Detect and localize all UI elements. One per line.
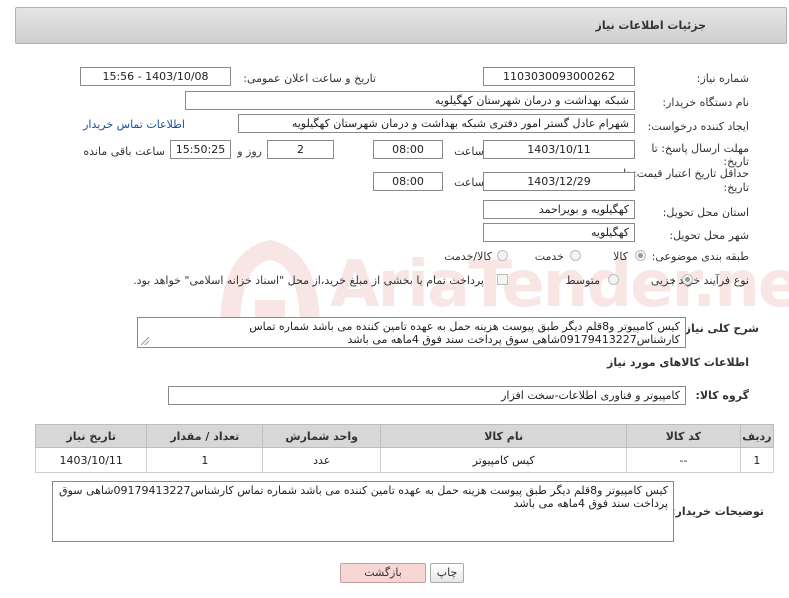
cell-code: -- (626, 447, 741, 473)
price-validity-time: 08:00 (373, 172, 443, 191)
col-unit: واحد شمارش (262, 424, 382, 448)
process-radio-minor[interactable] (682, 274, 693, 285)
cell-name: کیس کامپیوتر (380, 447, 628, 473)
category-radio-goods[interactable] (635, 250, 646, 261)
category-label: طبقه بندی موضوعی: (651, 250, 749, 263)
col-code: کد کالا (626, 424, 741, 448)
description-text: کیس کامپیوتر و8قلم دیگر طبق پیوست هزینه … (137, 317, 686, 348)
process-option-medium: متوسط (565, 274, 600, 287)
col-row: ردیف (739, 424, 775, 448)
reply-deadline-label: مهلت ارسال پاسخ: تا (651, 142, 749, 155)
back-button[interactable]: بازگشت (340, 563, 426, 583)
page-header: جزئیات اطلاعات نیاز (15, 7, 787, 44)
buyer-org-field: شبکه بهداشت و درمان شهرستان کهگیلویه (185, 91, 635, 110)
city-field: کهگیلویه (483, 223, 635, 242)
resize-grip-icon[interactable] (141, 337, 149, 345)
announce-datetime-label: تاریخ و ساعت اعلان عمومی: (243, 72, 376, 85)
requester-label: ایجاد کننده درخواست: (647, 120, 749, 133)
remaining-time-label: ساعت باقی مانده (83, 145, 165, 158)
need-number-field: 1103030093000262 (483, 67, 635, 86)
treasury-note: پرداخت تمام یا بخشی از مبلغ خرید،از محل … (133, 274, 484, 287)
category-option-service: خدمت (534, 250, 564, 263)
category-option-goods: کالا (613, 250, 628, 263)
requester-field: شهرام عادل گستر امور دفتری شبکه بهداشت و… (238, 114, 635, 133)
reply-time-label: ساعت (454, 145, 484, 158)
reply-days-field: 2 (267, 140, 334, 159)
reply-deadline-time: 08:00 (373, 140, 443, 159)
price-validity-time-label: ساعت (454, 176, 484, 189)
announce-datetime-field: 1403/10/08 - 15:56 (80, 67, 231, 86)
category-radio-service[interactable] (570, 250, 581, 261)
goods-group-field: کامپیوتر و فناوری اطلاعات-سخت افزار (168, 386, 686, 405)
process-radio-medium[interactable] (608, 274, 619, 285)
goods-section-title: اطلاعات کالاهای مورد نیاز (607, 356, 749, 369)
description-label: شرح کلی نیاز: (680, 322, 759, 335)
buyer-notes-text: کیس کامپیوتر و8قلم دیگر طبق پیوست هزینه … (52, 481, 674, 542)
print-button[interactable]: چاپ (430, 563, 464, 583)
province-field: کهگیلویه و بویراحمد (483, 200, 635, 219)
price-validity-label-2: تاریخ: (723, 181, 749, 194)
description-value: کیس کامپیوتر و8قلم دیگر طبق پیوست هزینه … (249, 320, 680, 346)
buyer-notes-value: کیس کامپیوتر و8قلم دیگر طبق پیوست هزینه … (59, 484, 668, 510)
process-option-minor: جزیی (650, 274, 676, 287)
category-option-goods-service: کالا/خدمت (444, 250, 492, 263)
col-quantity: تعداد / مقدار (146, 424, 264, 448)
table-row: 1 -- کیس کامپیوتر عدد 1 1403/10/11 (34, 447, 775, 473)
goods-group-label: گروه کالا: (695, 389, 749, 402)
cell-row: 1 (739, 447, 775, 473)
buyer-notes-label: توضیحات خریدار: (671, 505, 764, 518)
cell-quantity: 1 (146, 447, 264, 473)
province-label: استان محل تحویل: (662, 206, 749, 219)
buyer-org-label: نام دستگاه خریدار: (662, 96, 749, 109)
col-need-date: تاریخ نیاز (34, 424, 148, 448)
goods-table-header: ردیف کد کالا نام کالا واحد شمارش تعداد /… (34, 424, 775, 448)
city-label: شهر محل تحویل: (669, 229, 749, 242)
goods-table: ردیف کد کالا نام کالا واحد شمارش تعداد /… (34, 424, 775, 473)
price-validity-date: 1403/12/29 (483, 172, 635, 191)
cell-unit: عدد (262, 447, 382, 473)
price-validity-label: حداقل تاریخ اعتبار قیمت: تا (623, 167, 749, 180)
buyer-contact-link[interactable]: اطلاعات تماس خریدار (83, 118, 185, 131)
treasury-checkbox[interactable] (497, 274, 508, 285)
cell-need-date: 1403/10/11 (34, 447, 148, 473)
need-number-label: شماره نیاز: (696, 72, 749, 85)
reply-days-label: روز و (237, 145, 262, 158)
category-radio-goods-service[interactable] (497, 250, 508, 261)
reply-deadline-date: 1403/10/11 (483, 140, 635, 159)
page-title: جزئیات اطلاعات نیاز (595, 19, 707, 32)
col-name: نام کالا (380, 424, 628, 448)
remaining-time-field: 15:50:25 (170, 140, 231, 159)
